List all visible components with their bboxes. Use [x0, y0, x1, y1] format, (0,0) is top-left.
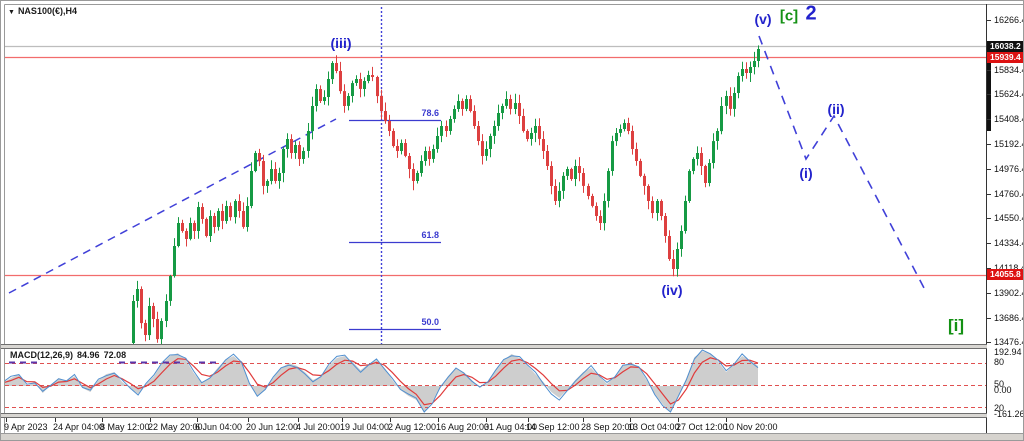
panel-separator-bottom[interactable]	[1, 413, 987, 418]
symbol-text: NAS100(€),H4	[18, 6, 77, 16]
window-bottom-strip	[1, 433, 1024, 441]
symbol-dropdown-icon[interactable]: ▼	[8, 9, 15, 16]
macd-indicator-label: MACD(12,26,9) 84.96 72.08	[10, 350, 130, 360]
macd-name: MACD(12,26,9)	[10, 350, 73, 360]
projection-line	[759, 36, 924, 288]
chart-symbol-label: ▼NAS100(€),H4	[8, 6, 77, 16]
macd-value-2: 72.08	[104, 350, 127, 360]
macd-value-1: 84.96	[77, 350, 100, 360]
right-edge-bar	[987, 41, 991, 131]
chart-canvas[interactable]	[1, 1, 1024, 441]
trading-chart-window: ▼NAS100(€),H4 MACD(12,26,9)84.9672.08 16…	[0, 0, 1024, 441]
panel-separator-top[interactable]	[1, 344, 987, 349]
